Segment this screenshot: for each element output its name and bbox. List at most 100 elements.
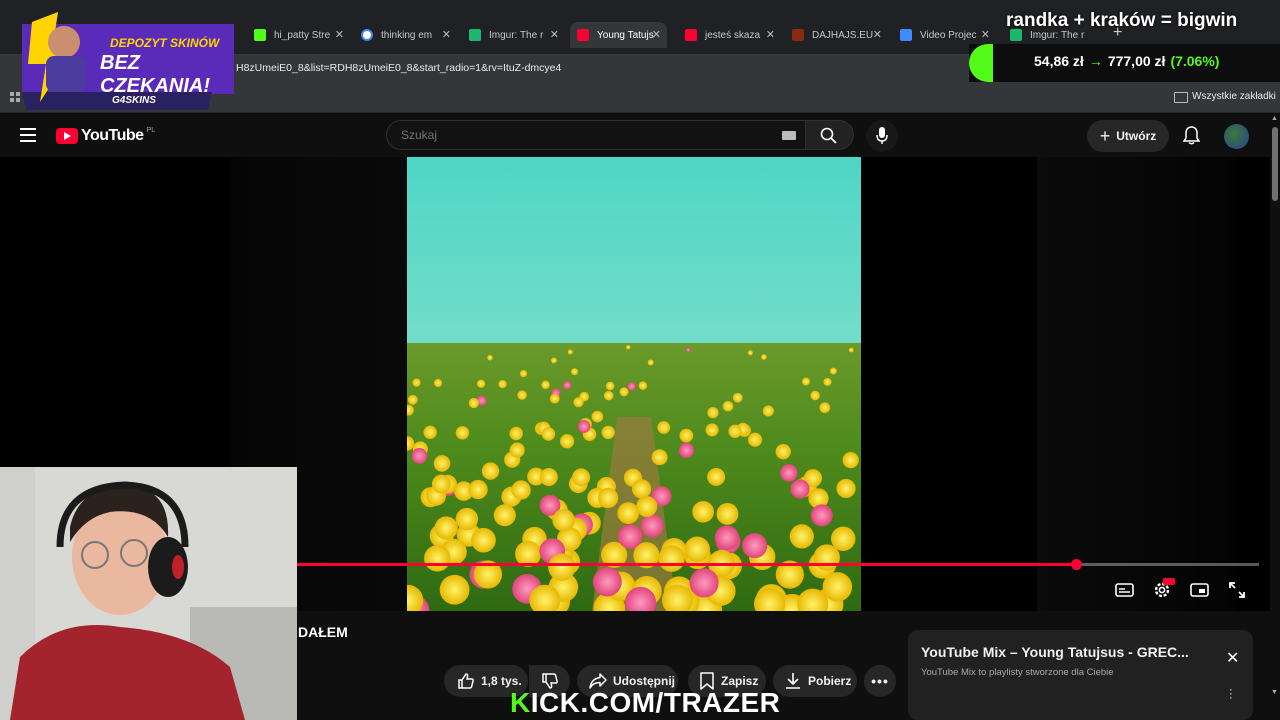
youtube-logo[interactable]: YouTube PL: [56, 127, 155, 145]
miniplayer-icon[interactable]: [1190, 583, 1209, 597]
settings-button[interactable]: [1152, 578, 1175, 605]
fullscreen-icon[interactable]: [1229, 582, 1245, 598]
more-actions-button[interactable]: •••: [864, 665, 896, 697]
flower-mark: [571, 368, 579, 376]
flower-mark: [468, 479, 488, 500]
kebab-menu-icon[interactable]: · · ·: [1229, 685, 1233, 704]
flower-mark: [705, 423, 719, 437]
goal-arrow: →: [1088, 53, 1103, 69]
flower-mark: [640, 514, 664, 538]
flower-mark: [679, 428, 694, 443]
close-icon[interactable]: ✕: [652, 28, 661, 41]
goal-percent: (7.06%): [1170, 53, 1220, 69]
flower-mark: [819, 402, 831, 414]
search-button[interactable]: [806, 120, 854, 150]
flower-mark: [836, 478, 856, 499]
hamburger-menu-icon[interactable]: [20, 128, 36, 142]
search-box[interactable]: [386, 120, 806, 150]
all-bookmarks-link[interactable]: Wszystkie zakładki: [1192, 91, 1276, 102]
tab-label: jesteś skaza: [705, 29, 761, 41]
tab-youtube-2[interactable]: jesteś skaza ✕: [685, 24, 775, 46]
subtitles-icon[interactable]: [1115, 583, 1134, 597]
goal-balance: 54,86 zł: [1034, 53, 1084, 69]
flower-mark: [468, 397, 479, 409]
download-button[interactable]: Pobierz: [773, 665, 857, 697]
video-frame[interactable]: [407, 157, 861, 611]
flower-mark: [842, 452, 859, 469]
imgur-icon: [469, 29, 481, 41]
youtube-header: YouTube PL + Utwórz: [0, 113, 1280, 157]
flower-mark: [638, 381, 648, 390]
flower-mark: [567, 349, 573, 355]
flower-mark: [716, 502, 739, 525]
flower-mark: [498, 379, 507, 389]
flower-mark: [598, 487, 619, 508]
progress-fill: [297, 563, 1077, 566]
scroll-up-arrow-icon[interactable]: ▲: [1271, 115, 1278, 122]
tab-youtube-active[interactable]: Young Tatujs ✕: [570, 22, 667, 48]
goal-progress-arc: [969, 44, 993, 82]
flower-mark: [455, 507, 479, 531]
flower-mark: [559, 434, 575, 449]
playlist-mix-card[interactable]: YouTube Mix – Young Tatujsus - GREC... Y…: [908, 630, 1253, 720]
flower-mark: [548, 553, 576, 581]
flower-mark: [549, 393, 560, 404]
create-button[interactable]: + Utwórz: [1087, 120, 1169, 152]
flower-mark: [617, 502, 640, 524]
close-icon[interactable]: ✕: [550, 28, 559, 41]
flower-mark: [848, 347, 854, 353]
tab-dajhajs[interactable]: DAJHAJS.EU ✕: [792, 24, 882, 46]
tab-google[interactable]: thinking em ✕: [361, 24, 451, 46]
tab-imgur[interactable]: Imgur: The r ✕: [469, 24, 559, 46]
url-text[interactable]: H8zUmeiE0_8&list=RDH8zUmeiE0_8&start_rad…: [236, 62, 561, 74]
tab-kick[interactable]: hi_patty Stre ✕: [254, 24, 344, 46]
flower-mark: [439, 574, 470, 605]
flower-mark: [539, 468, 558, 487]
ad-brand: G4SKINS: [112, 95, 156, 106]
flower-mark: [684, 536, 710, 563]
flower-mark: [647, 359, 654, 366]
flower-mark: [810, 504, 833, 527]
bell-icon[interactable]: [1183, 126, 1200, 145]
flower-mark: [790, 479, 810, 499]
close-icon[interactable]: ✕: [766, 28, 775, 41]
kick-url: ICK.COM/TRAZER: [530, 687, 781, 718]
webcam-overlay: [0, 467, 297, 720]
flower-mark: [511, 480, 531, 500]
dajhajs-icon: [792, 29, 804, 41]
flower-mark: [747, 350, 753, 356]
flower-mark: [541, 427, 556, 441]
plus-icon: +: [1099, 125, 1111, 146]
flower-mark: [830, 526, 856, 551]
keyboard-icon[interactable]: [782, 131, 796, 140]
close-icon[interactable]: ✕: [442, 28, 451, 41]
flower-mark: [742, 533, 768, 559]
scroll-down-arrow-icon[interactable]: ▼: [1271, 689, 1278, 696]
flower-mark: [433, 378, 443, 388]
scrollbar-thumb[interactable]: [1272, 127, 1278, 201]
flower-mark: [411, 448, 428, 464]
progress-track[interactable]: [297, 559, 1259, 570]
tab-label: Video Projec: [920, 29, 977, 41]
close-icon[interactable]: ✕: [1226, 648, 1239, 668]
mix-subtitle: YouTube Mix to playlisty stworzone dla C…: [921, 667, 1114, 678]
search-input[interactable]: [399, 127, 743, 143]
flower-mark: [552, 508, 575, 532]
tab-label: DAJHAJS.EU: [812, 29, 874, 41]
create-label: Utwórz: [1116, 129, 1157, 143]
flower-mark: [810, 390, 820, 401]
close-icon[interactable]: ✕: [873, 28, 882, 41]
page-scrollbar[interactable]: ▲ ▼: [1270, 113, 1280, 720]
tab-label: Imgur: The r: [489, 29, 544, 41]
flower-mark: [619, 387, 629, 397]
tab-video-project[interactable]: Video Projec ✕: [900, 24, 990, 46]
flower-mark: [519, 370, 528, 378]
voice-search-button[interactable]: [866, 120, 898, 152]
mix-title[interactable]: YouTube Mix – Young Tatujsus - GREC...: [921, 644, 1211, 660]
close-icon[interactable]: ✕: [981, 28, 990, 41]
avatar[interactable]: [1224, 124, 1249, 149]
close-icon[interactable]: ✕: [335, 28, 344, 41]
share-label: Udostępnij: [613, 674, 675, 688]
flower-mark: [562, 381, 572, 390]
tab-label: hi_patty Stre: [274, 29, 331, 41]
